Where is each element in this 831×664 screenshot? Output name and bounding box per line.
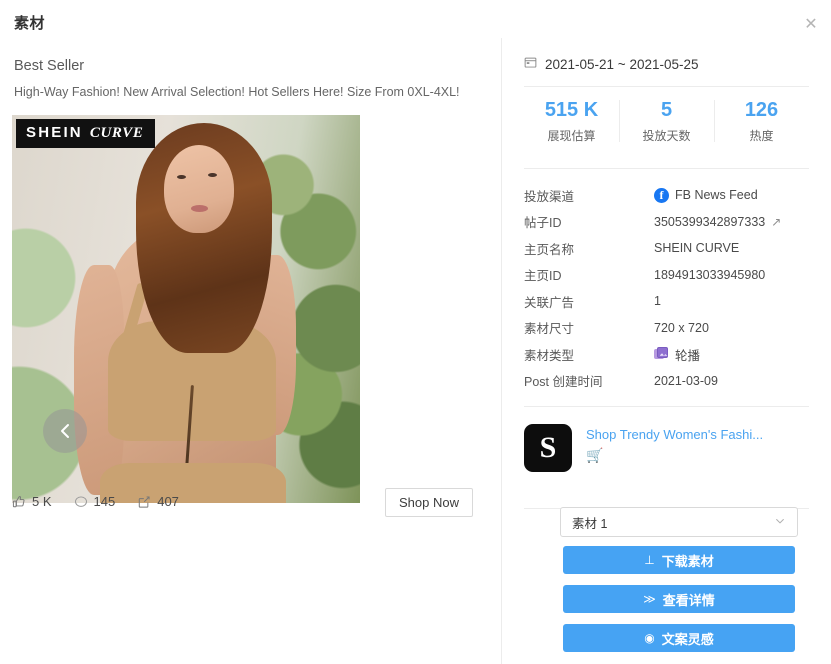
- ad-body-text: High-Way Fashion! New Arrival Selection!…: [14, 85, 460, 99]
- close-icon[interactable]: ✕: [799, 14, 823, 38]
- divider-details: [524, 406, 809, 407]
- advertiser-info: Shop Trendy Women's Fashi... 🛒: [586, 424, 763, 472]
- metrics-row: 515 K 展现估算 5 投放天数 126 热度: [524, 96, 809, 144]
- detail-list: 投放渠道 f FB News Feed 帖子ID 350539934289733…: [524, 182, 816, 394]
- photo-model-eye-left: [177, 175, 186, 179]
- divider-metrics: [524, 168, 809, 169]
- brand-sub-name: CURVE: [89, 125, 144, 141]
- detail-value-text: 1: [654, 294, 661, 309]
- photo-model-eye-right: [208, 173, 217, 177]
- detail-value-text: 1894913033945980: [654, 267, 766, 282]
- detail-key: 帖子ID: [524, 216, 562, 231]
- detail-value: 轮播: [654, 345, 700, 364]
- photo-model-face: [164, 145, 234, 233]
- like-count: 5 K: [32, 494, 52, 509]
- button-label: 下载素材: [661, 553, 714, 569]
- calendar-icon: [524, 56, 537, 72]
- thumbs-up-icon: [12, 495, 26, 509]
- detail-value: f FB News Feed: [654, 187, 758, 203]
- advertiser-name-link[interactable]: Shop Trendy Women's Fashi...: [586, 426, 763, 444]
- metric-run-days: 5 投放天数: [619, 96, 714, 144]
- metric-value: 5: [660, 99, 673, 121]
- detail-value-text: 轮播: [675, 348, 701, 363]
- detail-key: 主页名称: [524, 242, 575, 257]
- download-icon: ⊥: [644, 553, 655, 567]
- detail-row-related-ads: 关联广告 1: [524, 288, 816, 315]
- share-count: 407: [157, 494, 179, 509]
- metric-heat: 126 热度: [714, 96, 809, 144]
- metric-value: 126: [744, 99, 779, 121]
- detail-key: 主页ID: [524, 269, 562, 284]
- detail-key: 投放渠道: [524, 189, 575, 204]
- detail-row-post-id: 帖子ID 3505399342897333 ↗: [524, 209, 816, 236]
- button-label: 文案灵感: [661, 631, 714, 647]
- view-detail-button[interactable]: ≫ 查看详情: [563, 585, 795, 613]
- share-stat: 407: [137, 494, 179, 509]
- comment-count: 145: [93, 494, 116, 509]
- chevron-down-icon: [774, 515, 786, 530]
- metric-impressions: 515 K 展现估算: [524, 96, 619, 144]
- date-range: 2021-05-21 ~ 2021-05-25: [524, 56, 699, 72]
- comment-stat: 145: [74, 494, 116, 509]
- creative-detail-modal: 素材 ✕ Best Seller High-Way Fashion! New A…: [0, 0, 831, 664]
- advertiser-card: S Shop Trendy Women's Fashi... 🛒: [524, 424, 763, 472]
- metric-label: 投放天数: [642, 129, 691, 143]
- detail-value: 3505399342897333 ↗: [654, 215, 781, 229]
- copy-inspiration-button[interactable]: ◉ 文案灵感: [563, 624, 795, 652]
- detail-key: Post 创建时间: [524, 375, 603, 390]
- chevron-left-icon[interactable]: [43, 409, 87, 453]
- detail-row-page-id: 主页ID 1894913033945980: [524, 262, 816, 289]
- metric-label: 展现估算: [547, 129, 596, 143]
- metric-label: 热度: [749, 129, 774, 143]
- chevrons-right-icon: ≫: [643, 592, 656, 606]
- divider-top: [524, 86, 809, 87]
- date-range-text: 2021-05-21 ~ 2021-05-25: [545, 56, 699, 72]
- engagement-stats: 5 K 145 407: [12, 494, 179, 509]
- detail-row-creative-size: 素材尺寸 720 x 720: [524, 315, 816, 342]
- download-creative-button[interactable]: ⊥ 下载素材: [563, 546, 795, 574]
- detail-key: 素材类型: [524, 348, 575, 363]
- carousel-icon: [654, 347, 669, 361]
- creative-select[interactable]: 素材 1: [560, 507, 798, 537]
- ad-headline: Best Seller: [14, 58, 85, 74]
- detail-row-page-name: 主页名称 SHEIN CURVE: [524, 235, 816, 262]
- facebook-icon: f: [654, 187, 669, 203]
- creative-select-value: 素材 1: [572, 516, 608, 531]
- shop-now-button[interactable]: Shop Now: [385, 488, 473, 517]
- detail-row-creative-type: 素材类型 轮播: [524, 341, 816, 368]
- detail-row-channel: 投放渠道 f FB News Feed: [524, 182, 816, 209]
- detail-key: 关联广告: [524, 295, 575, 310]
- detail-key: 素材尺寸: [524, 322, 575, 337]
- photo-model-lips: [191, 205, 208, 212]
- detail-value-text: 2021-03-09: [654, 373, 718, 388]
- like-stat: 5 K: [12, 494, 52, 509]
- detail-value-text: SHEIN CURVE: [654, 241, 740, 256]
- advertiser-logo: S: [524, 424, 572, 472]
- shopping-cart-icon: 🛒: [586, 447, 604, 463]
- share-icon: [137, 495, 151, 509]
- creative-image[interactable]: SHEIN CURVE Big Sale SHOP NOW: [12, 115, 360, 503]
- page-title: 素材: [14, 15, 46, 32]
- detail-value-text: 3505399342897333: [654, 214, 766, 229]
- brand-name: SHEIN: [26, 124, 83, 141]
- location-pin-icon: ◉: [644, 631, 655, 645]
- external-link-icon[interactable]: ↗: [771, 215, 781, 229]
- detail-value-text: 720 x 720: [654, 320, 709, 335]
- shein-curve-logo: SHEIN CURVE: [16, 119, 156, 148]
- detail-value-text: FB News Feed: [675, 188, 758, 203]
- metric-value: 515 K: [544, 99, 599, 121]
- detail-row-post-created: Post 创建时间 2021-03-09: [524, 368, 816, 395]
- button-label: 查看详情: [662, 592, 715, 608]
- comment-icon: [74, 495, 88, 509]
- creative-preview-panel: Best Seller High-Way Fashion! New Arriva…: [0, 38, 501, 664]
